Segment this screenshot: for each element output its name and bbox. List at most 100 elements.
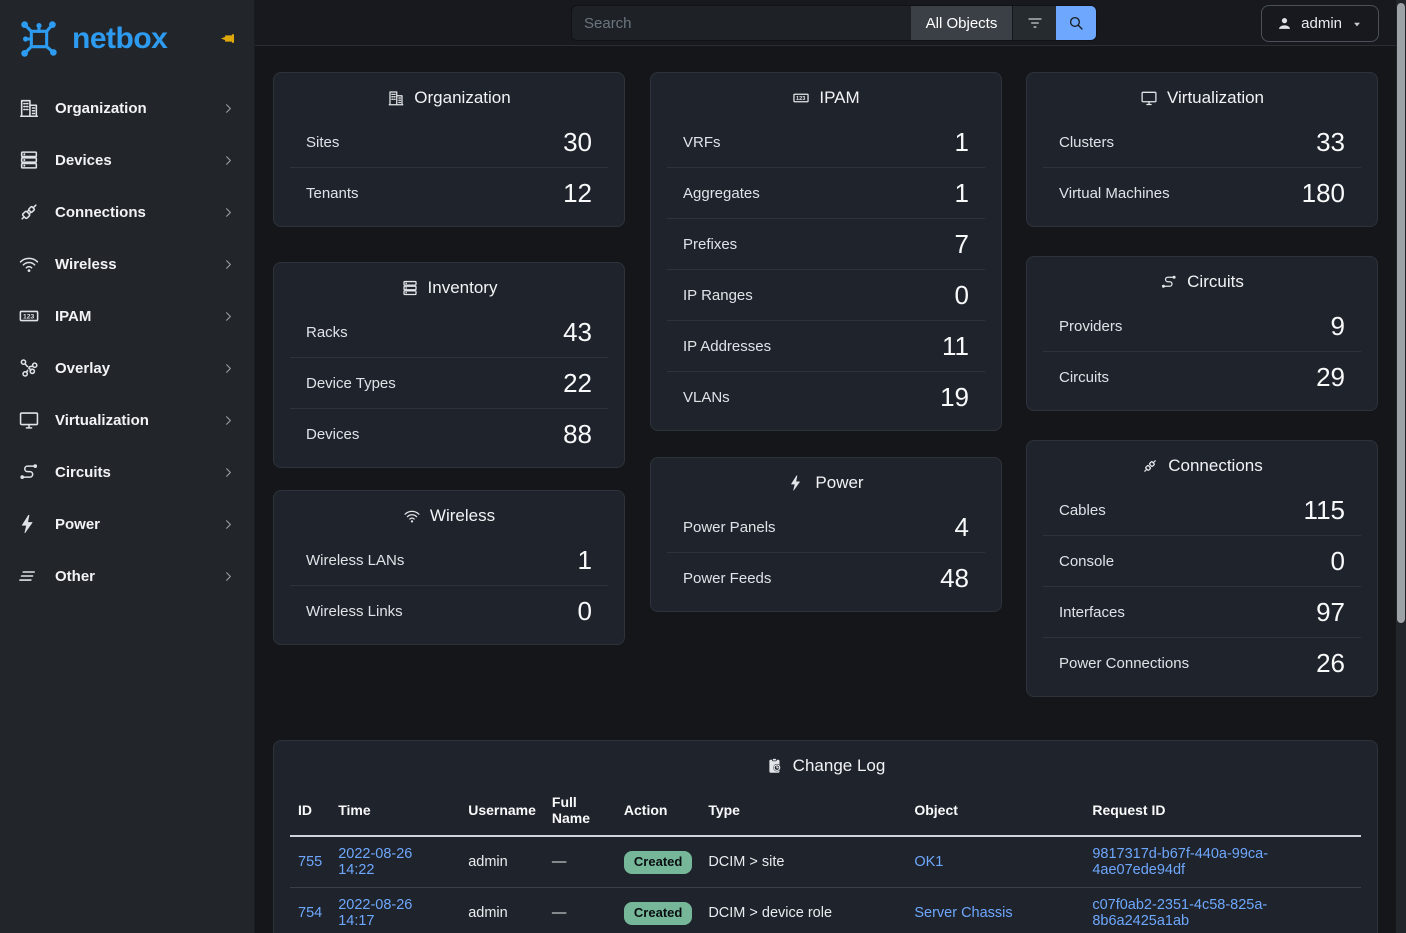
stat-label: Clusters: [1059, 134, 1114, 151]
full-name-cell: —: [552, 905, 567, 921]
stat-row[interactable]: IP Addresses 11: [667, 320, 985, 371]
sidebar-item-label: Virtualization: [55, 412, 149, 429]
user-label: admin: [1301, 15, 1342, 32]
stat-row[interactable]: Tenants 12: [290, 167, 608, 218]
stat-row[interactable]: VRFs 1: [667, 117, 985, 167]
table-row: 754 2022-08-26 14:17 admin — Created DCI…: [290, 888, 1361, 933]
stat-row[interactable]: Devices 88: [290, 408, 608, 459]
stat-row[interactable]: Cables 115: [1043, 485, 1361, 535]
stat-label: Sites: [306, 134, 339, 151]
search-scope-dropdown[interactable]: All Objects: [911, 6, 1012, 40]
sidebar-item[interactable]: Organization: [0, 82, 254, 134]
stat-row[interactable]: Power Connections 26: [1043, 637, 1361, 688]
sidebar-menu: Organization Devices Connections Wireles…: [0, 78, 254, 602]
sidebar-item[interactable]: Connections: [0, 186, 254, 238]
stat-value: 1: [955, 179, 969, 207]
search-button[interactable]: [1056, 6, 1096, 40]
card-change-log: Change Log ID Time Username Full Name: [273, 740, 1378, 933]
stat-value: 9: [1331, 312, 1345, 340]
account-icon: [1276, 15, 1293, 32]
sidebar-item[interactable]: Other: [0, 550, 254, 602]
building-icon: [18, 97, 40, 119]
stat-row[interactable]: Sites 30: [290, 117, 608, 167]
stat-label: Racks: [306, 324, 348, 341]
sidebar-item[interactable]: Virtualization: [0, 394, 254, 446]
sidebar-item[interactable]: Overlay: [0, 342, 254, 394]
filter-icon: [1026, 14, 1044, 32]
object-link[interactable]: OK1: [914, 854, 943, 870]
monitor-icon: [1140, 89, 1158, 107]
card-title: Circuits: [1027, 257, 1377, 301]
search-input[interactable]: [572, 6, 911, 40]
stat-row[interactable]: Prefixes 7: [667, 218, 985, 269]
stat-row[interactable]: Power Panels 4: [667, 502, 985, 552]
stat-row[interactable]: Power Feeds 48: [667, 552, 985, 603]
card-organization: Organization Sites 30 Tenants 12: [273, 72, 625, 227]
pin-icon[interactable]: [219, 29, 238, 48]
stat-list: Power Panels 4 Power Feeds 48: [651, 502, 1001, 611]
filter-button[interactable]: [1012, 6, 1056, 40]
user-menu-button[interactable]: admin: [1261, 5, 1379, 42]
graph-icon: [18, 357, 40, 379]
card-title: Power: [651, 458, 1001, 502]
transit-icon: [1160, 273, 1178, 291]
stat-value: 1: [578, 546, 592, 574]
change-id-link[interactable]: 754: [298, 905, 322, 921]
netbox-logo[interactable]: netbox: [0, 0, 254, 78]
sidebar-item[interactable]: Wireless: [0, 238, 254, 290]
stat-row[interactable]: Wireless Links 0: [290, 585, 608, 636]
dashboard: Organization Sites 30 Tenants 12 Invento…: [255, 46, 1406, 933]
stat-row[interactable]: Device Types 22: [290, 357, 608, 408]
card-title-text: Virtualization: [1167, 88, 1264, 108]
card-title: 123 IPAM: [651, 73, 1001, 117]
stat-row[interactable]: Circuits 29: [1043, 351, 1361, 402]
object-link[interactable]: Server Chassis: [914, 905, 1012, 921]
card-title-text: IPAM: [819, 88, 859, 108]
stat-row[interactable]: Virtual Machines 180: [1043, 167, 1361, 218]
column-header: Type: [700, 789, 906, 836]
stat-value: 4: [955, 513, 969, 541]
stat-value: 48: [940, 564, 969, 592]
transit-icon: [18, 461, 40, 483]
sidebar-item[interactable]: Devices: [0, 134, 254, 186]
action-badge: Created: [624, 902, 692, 925]
stat-list: Cables 115 Console 0 Interfaces 97 Power…: [1027, 485, 1377, 696]
card-title: Organization: [274, 73, 624, 117]
stat-row[interactable]: Console 0: [1043, 535, 1361, 586]
column-header: ID: [290, 789, 330, 836]
table-row: 755 2022-08-26 14:22 admin — Created DCI…: [290, 836, 1361, 888]
change-time-link[interactable]: 2022-08-26 14:17: [338, 897, 412, 929]
stat-row[interactable]: Clusters 33: [1043, 117, 1361, 167]
chevron-right-icon: [221, 257, 236, 272]
change-id-link[interactable]: 755: [298, 854, 322, 870]
scrollbar-thumb[interactable]: [1397, 3, 1405, 623]
wifi-icon: [18, 253, 40, 275]
request-id-link[interactable]: c07f0ab2-2351-4c58-825a-8b6a2425a1ab: [1092, 897, 1267, 929]
stat-value: 1: [955, 128, 969, 156]
stat-row[interactable]: VLANs 19: [667, 371, 985, 422]
stat-label: Power Connections: [1059, 655, 1189, 672]
table-body: 755 2022-08-26 14:22 admin — Created DCI…: [290, 836, 1361, 933]
stat-row[interactable]: Aggregates 1: [667, 167, 985, 218]
stat-label: Circuits: [1059, 369, 1109, 386]
stat-row[interactable]: Wireless LANs 1: [290, 535, 608, 585]
stat-value: 0: [955, 281, 969, 309]
stat-label: Wireless LANs: [306, 552, 404, 569]
sidebar-item[interactable]: Circuits: [0, 446, 254, 498]
menu-icon: [18, 565, 40, 587]
sidebar-item[interactable]: 123 IPAM: [0, 290, 254, 342]
stat-row[interactable]: Interfaces 97: [1043, 586, 1361, 637]
change-time-link[interactable]: 2022-08-26 14:22: [338, 846, 412, 878]
column-header: Time: [330, 789, 460, 836]
caret-down-icon: [1350, 17, 1364, 31]
stat-row[interactable]: Racks 43: [290, 307, 608, 357]
stat-row[interactable]: IP Ranges 0: [667, 269, 985, 320]
svg-text:123: 123: [23, 314, 35, 321]
clipboard-clock-icon: [766, 757, 784, 775]
sidebar-item-label: Organization: [55, 100, 147, 117]
request-id-link[interactable]: 9817317d-b67f-440a-99ca-4ae07ede94df: [1092, 846, 1268, 878]
counter-icon: 123: [792, 89, 810, 107]
sidebar-item[interactable]: Power: [0, 498, 254, 550]
sidebar-item-label: IPAM: [55, 308, 91, 325]
stat-row[interactable]: Providers 9: [1043, 301, 1361, 351]
